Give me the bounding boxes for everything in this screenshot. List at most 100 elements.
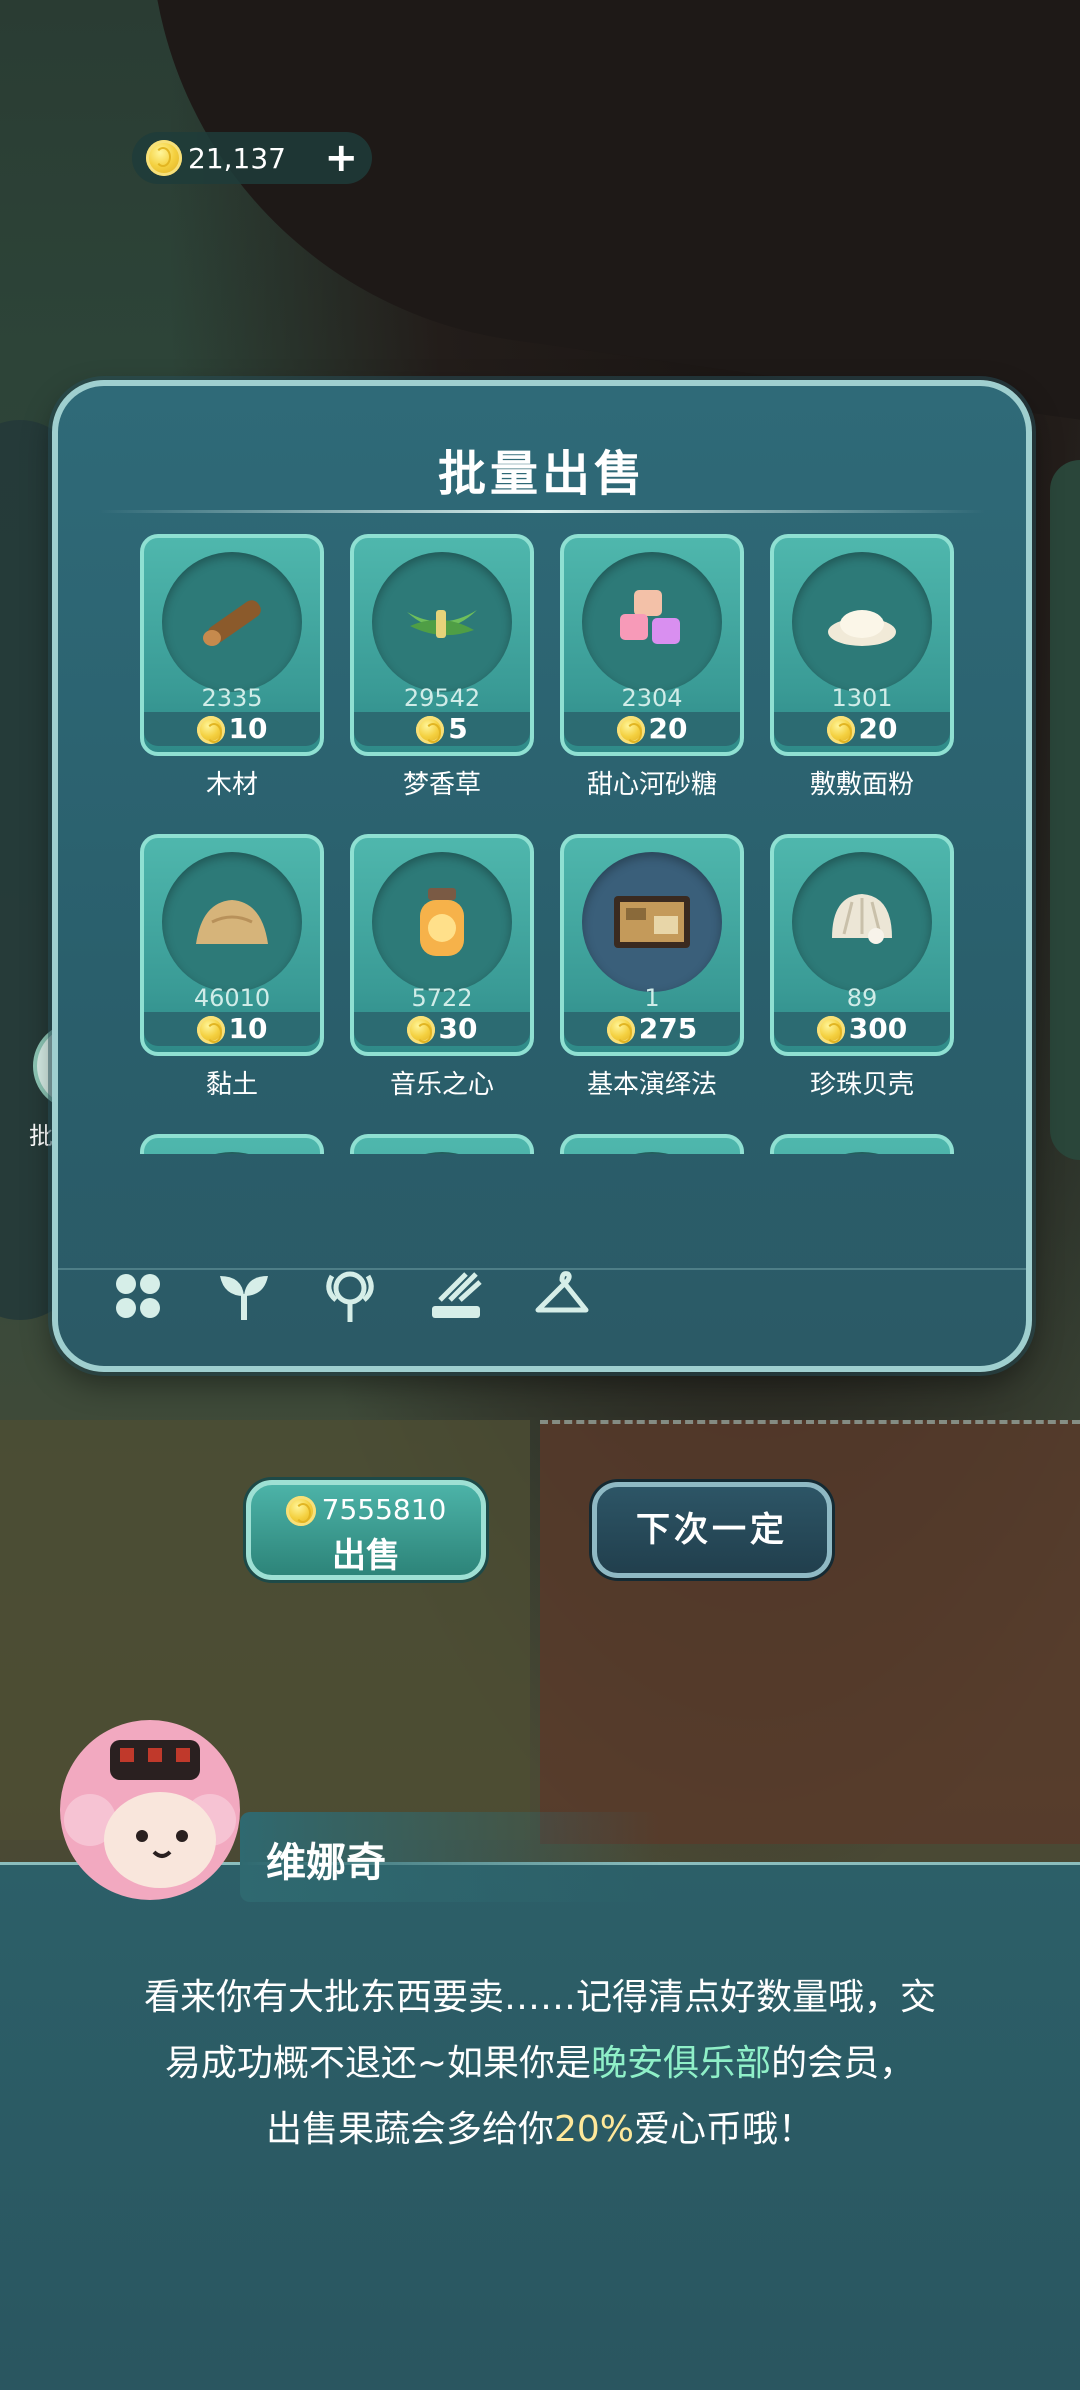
cave-rock [96,0,1080,435]
tab-materials[interactable] [426,1266,486,1330]
coin-icon [196,716,225,744]
item-quantity: 29542 [403,684,481,712]
tab-crops[interactable] [214,1266,274,1330]
item-quantity: 1 [644,984,660,1012]
item-frame: 89 300 [770,834,954,1056]
item-frame: 29542 5 [350,534,534,756]
item-frame [140,1134,324,1154]
item-frame: 1301 20 [770,534,954,756]
item-bubble [792,1152,932,1154]
item-name: 基本演绎法 [586,1070,717,1100]
item-bubble [162,1152,302,1154]
item-quantity: 5722 [411,984,473,1012]
hanger-icon [535,1271,589,1313]
item-name: 甜心河砂糖 [586,770,717,800]
item-price: 10 [144,712,320,746]
item-card[interactable]: 2335 10 木材 [140,534,324,801]
item-card[interactable]: 29542 5 梦香草 [350,534,534,801]
tab-all[interactable] [108,1266,168,1330]
tab-flowers[interactable] [320,1266,380,1330]
item-quantity: 2335 [201,684,263,712]
item-card[interactable]: 1 275 基本演绎法 [560,834,744,1101]
item-card[interactable]: 2304 20 甜心河砂糖 [560,534,744,801]
panel-title: 批量出售 [437,446,646,502]
coin-icon [616,716,645,744]
item-name: 梦香草 [402,770,481,800]
item-card[interactable]: 1301 20 敷敷面粉 [770,534,954,801]
coin-amount: 21,137 [188,141,286,175]
sell-button[interactable]: 7555810 出售 [246,1480,486,1580]
plus-icon[interactable]: + [324,138,358,178]
dialog-line-1: 看来你有大批东西要卖……记得清点好数量哦，交 [143,1977,936,2018]
coin-icon [196,1016,225,1044]
sell-label: 出售 [332,1536,400,1576]
item-card[interactable]: 46010 10 黏土 [140,834,324,1101]
item-name: 黏土 [205,1070,258,1100]
item-name: 音乐之心 [389,1070,494,1100]
item-quantity: 89 [846,984,878,1012]
coin-icon [606,1016,635,1044]
right-foliage [1050,460,1080,1160]
coin-icon [816,1016,845,1044]
bulk-sell-panel: 批量出售 2335 10 木材 29542 5 梦香草 2304 20 甜心河砂… [52,380,1032,1372]
sugar-cubes-icon [620,590,680,644]
category-tabs [58,1258,1026,1338]
item-price: 300 [774,1012,950,1046]
sprout-icon [220,1276,268,1320]
coin-icon [826,716,855,744]
bonus-percent: 20% [553,2109,634,2150]
maybe-later-button[interactable]: 下次一定 [592,1482,832,1578]
grid-icon [116,1274,160,1318]
item-price: 5 [354,712,530,746]
dialog-line-2: 易成功概不退还~如果你是晚安俱乐部的会员， [164,2043,916,2084]
item-bubble [582,1152,722,1154]
item-card[interactable]: 89 300 珍珠贝壳 [770,834,954,1101]
item-frame [770,1134,954,1154]
flower-icon [326,1271,374,1322]
dialog-line-3: 出售果蔬会多给你20%爱心币哦！ [265,2109,815,2150]
item-frame: 2335 10 [140,534,324,756]
map-book-icon [614,896,690,948]
item-frame [560,1134,744,1154]
pearl-shell-icon [832,894,892,944]
flour-pile-icon [828,610,896,646]
npc-avatar [60,1720,240,1900]
tab-clothes[interactable] [532,1266,592,1330]
coin-icon [416,716,445,744]
item-card[interactable]: 5722 30 音乐之心 [350,834,534,1101]
item-card-partial[interactable] [770,1134,954,1154]
clay-pile-icon [196,900,268,944]
item-price: 275 [564,1012,740,1046]
wood-log-icon [203,600,261,646]
grass-bundle-icon [407,610,477,638]
speaker-name: 维娜奇 [266,1840,386,1886]
item-frame: 46010 10 [140,834,324,1056]
item-frame: 2304 20 [560,534,744,756]
item-name: 木材 [205,770,258,800]
coin-icon [146,140,182,176]
item-name: 敷敷面粉 [809,770,914,800]
npc-dialog[interactable]: 看来你有大批东西要卖……记得清点好数量哦，交 易成功概不退还~如果你是晚安俱乐部… [0,1862,1080,2390]
item-name: 珍珠贝壳 [809,1070,914,1100]
item-price: 10 [144,1012,320,1046]
coin-counter: 21,137 + [132,132,372,184]
item-frame: 5722 30 [350,834,534,1056]
item-quantity: 46010 [193,984,271,1012]
dialog-text: 看来你有大批东西要卖……记得清点好数量哦，交 易成功概不退还~如果你是晚安俱乐部… [60,1965,1020,2163]
coin-icon [285,1496,316,1526]
sell-total: 7555810 [251,1493,481,1526]
item-quantity: 2304 [621,684,683,712]
item-card-partial[interactable] [560,1134,744,1154]
title-divider [98,510,986,513]
item-price: 20 [774,712,950,746]
club-name: 晚安俱乐部 [591,2043,772,2084]
item-price: 20 [564,712,740,746]
item-grid[interactable]: 2335 10 木材 29542 5 梦香草 2304 20 甜心河砂糖 130… [140,534,960,1154]
tools-icon [432,1272,482,1318]
item-bubble [372,1152,512,1154]
item-card-partial[interactable] [140,1134,324,1154]
item-card-partial[interactable] [350,1134,534,1154]
item-frame [350,1134,534,1154]
item-quantity: 1301 [831,684,893,712]
coin-icon [406,1016,435,1044]
